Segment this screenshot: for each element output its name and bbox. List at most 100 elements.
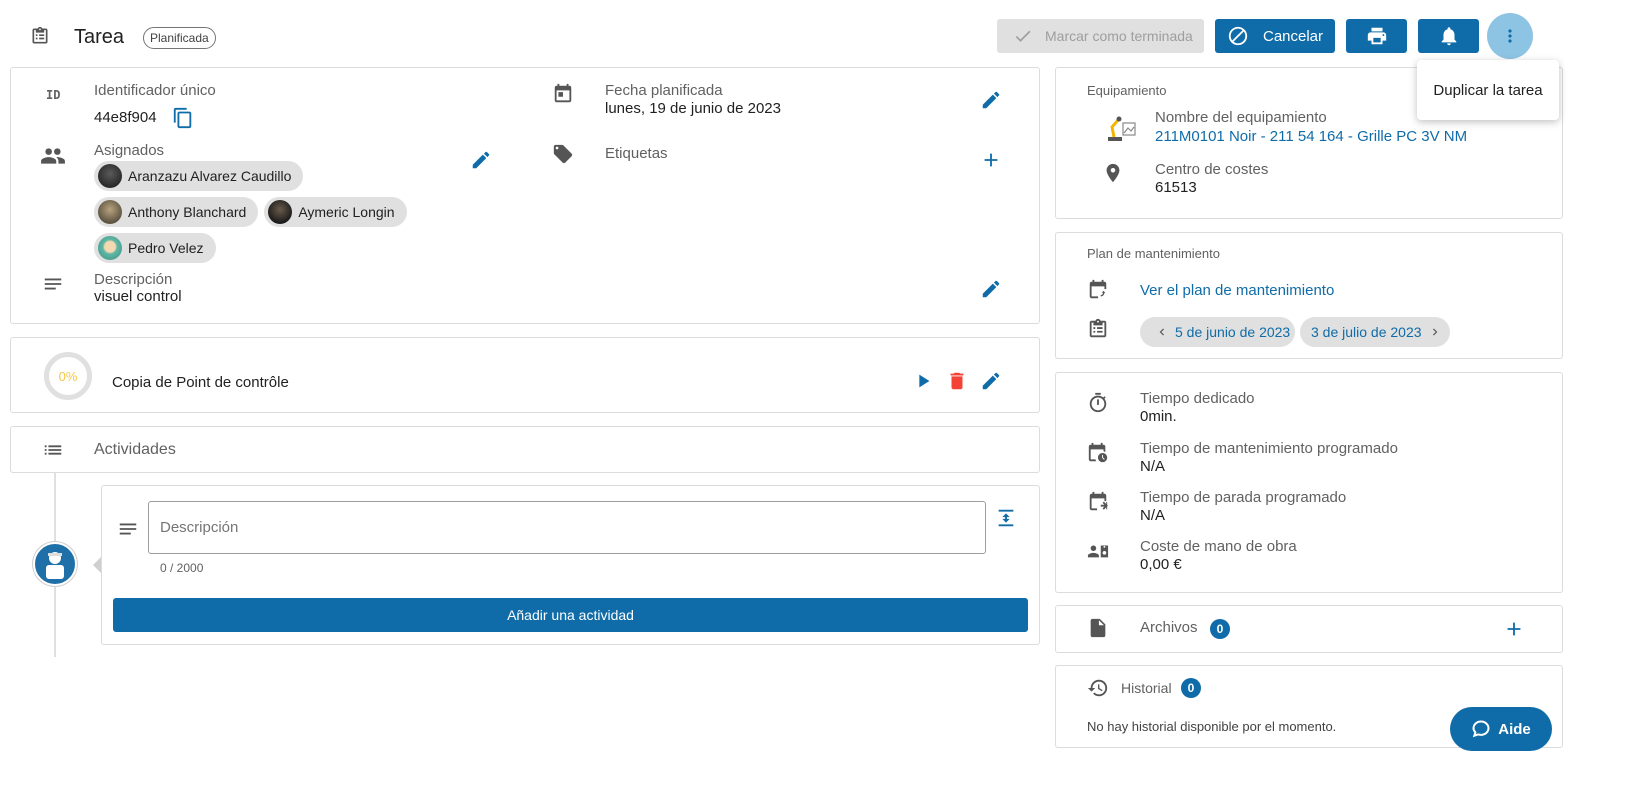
notes-icon [117, 518, 139, 540]
cost-center-value: 61513 [1155, 179, 1197, 196]
next-occurrence-chip[interactable]: 3 de julio de 2023 [1300, 317, 1450, 347]
view-plan-link[interactable]: Ver el plan de mantenimiento [1140, 282, 1334, 299]
add-file-icon[interactable] [1503, 618, 1525, 640]
location-pin-icon [1102, 162, 1124, 184]
history-count-badge: 0 [1181, 678, 1201, 698]
block-icon [1227, 25, 1249, 47]
assignee-name: Aymeric Longin [298, 204, 395, 220]
assignee-name: Anthony Blanchard [128, 204, 247, 220]
more-vertical-icon [1500, 26, 1520, 46]
files-card [1055, 605, 1563, 653]
avatar [98, 164, 122, 188]
status-badge: Planificada [143, 27, 216, 49]
checklist-progress: 0% [44, 352, 92, 400]
help-button[interactable]: Aide [1450, 707, 1552, 751]
printer-icon [1366, 25, 1388, 47]
add-activity-button[interactable]: Añadir una actividad [113, 598, 1028, 632]
options-menu: Duplicar la tarea [1417, 60, 1559, 120]
avatar [268, 200, 293, 224]
labor-cost-label: Coste de mano de obra [1140, 538, 1297, 555]
delete-icon[interactable] [946, 370, 968, 392]
edit-assignees-icon[interactable] [470, 149, 492, 171]
clipboard-list-icon [1087, 318, 1109, 340]
equipment-name-link[interactable]: 211M0101 Noir - 211 54 164 - Grille PC 3… [1155, 128, 1467, 145]
cancel-label: Cancelar [1262, 27, 1324, 45]
date-label: Fecha planificada [605, 82, 723, 99]
assignee-chip[interactable]: Pedro Velez [94, 233, 216, 263]
bell-icon [1438, 25, 1460, 47]
id-value: 44e8f904 [94, 109, 157, 126]
files-count-badge: 0 [1210, 619, 1230, 639]
maintenance-time-value: N/A [1140, 458, 1166, 475]
history-empty-text: No hay historial disponible por el momen… [1087, 719, 1337, 734]
play-icon[interactable] [912, 370, 934, 392]
tag-icon [552, 143, 574, 165]
progress-text: 0% [58, 368, 78, 384]
id-label: Identificador único [94, 82, 216, 99]
copy-icon[interactable] [172, 107, 194, 129]
time-spent-label: Tiempo dedicado [1140, 390, 1255, 407]
assignee-chip[interactable]: Anthony Blanchard [94, 197, 259, 227]
robot-arm-icon [1105, 113, 1137, 143]
previous-occurrence-chip[interactable]: 5 de junio de 2023 [1140, 317, 1295, 347]
assignee-chip[interactable]: Aranzazu Alvarez Caudillo [94, 161, 304, 191]
add-tag-icon[interactable] [980, 149, 1002, 171]
char-counter: 0 / 2000 [160, 561, 204, 575]
task-clipboard-icon [30, 26, 50, 46]
calendar-sync-icon [1087, 279, 1109, 301]
assigned-label: Asignados [94, 142, 165, 159]
activities-title: Actividades [94, 441, 176, 458]
chat-bubble-icon [1471, 719, 1491, 739]
equipment-name-label: Nombre del equipamiento [1155, 109, 1327, 126]
edit-checklist-icon[interactable] [980, 370, 1002, 392]
calendar-clock-icon [1087, 442, 1109, 464]
avatar [98, 236, 122, 260]
maintenance-time-label: Tiempo de mantenimiento programado [1140, 440, 1398, 457]
plan-title: Plan de mantenimiento [1087, 246, 1220, 261]
edit-description-icon[interactable] [980, 278, 1002, 300]
print-button[interactable] [1346, 19, 1407, 53]
history-label: Historial [1121, 680, 1172, 696]
mark-done-button[interactable]: Marcar como terminada [997, 19, 1204, 53]
page-title: Tarea [74, 26, 125, 48]
id-icon: ID [46, 88, 61, 102]
file-icon [1087, 617, 1109, 639]
timer-icon [1087, 392, 1109, 414]
assignee-chips: Aranzazu Alvarez Caudillo Anthony Blanch… [94, 161, 454, 269]
previous-occurrence-label: 5 de junio de 2023 [1175, 324, 1291, 340]
timeline-pointer [93, 557, 101, 573]
chevron-left-icon [1155, 325, 1169, 339]
files-label: Archivos [1140, 619, 1198, 636]
edit-date-icon[interactable] [980, 89, 1002, 111]
stop-time-label: Tiempo de parada programado [1140, 489, 1347, 506]
date-value: lunes, 19 de junio de 2023 [605, 100, 781, 117]
help-label: Aide [1498, 720, 1531, 738]
expand-icon[interactable] [995, 507, 1017, 529]
history-icon [1087, 677, 1109, 699]
labor-cost-icon [1086, 540, 1110, 562]
duplicate-task-menu-item[interactable]: Duplicar la tarea [1433, 82, 1542, 99]
cancel-button[interactable]: Cancelar [1215, 19, 1335, 53]
avatar [98, 200, 122, 224]
chevron-right-icon [1428, 325, 1442, 339]
activity-description-input[interactable] [148, 501, 986, 554]
assignee-name: Aranzazu Alvarez Caudillo [128, 168, 292, 184]
checklist-name: Copia de Point de contrôle [112, 374, 289, 391]
time-spent-value: 0min. [1140, 408, 1177, 425]
time-cost-card [1055, 372, 1563, 593]
notes-icon [42, 273, 64, 295]
people-icon [40, 143, 66, 169]
stop-time-value: N/A [1140, 507, 1166, 524]
next-occurrence-label: 3 de julio de 2023 [1311, 324, 1422, 340]
notifications-button[interactable] [1418, 19, 1479, 53]
list-icon [42, 439, 64, 461]
equipment-title: Equipamiento [1087, 83, 1167, 98]
mark-done-label: Marcar como terminada [1045, 28, 1193, 44]
assignee-chip[interactable]: Aymeric Longin [264, 197, 407, 227]
more-options-button[interactable] [1487, 13, 1533, 59]
assignee-name: Pedro Velez [128, 240, 204, 256]
tags-label: Etiquetas [605, 145, 668, 162]
calendar-icon [552, 83, 574, 105]
calendar-arrow-icon [1087, 491, 1109, 513]
user-avatar [33, 542, 77, 586]
